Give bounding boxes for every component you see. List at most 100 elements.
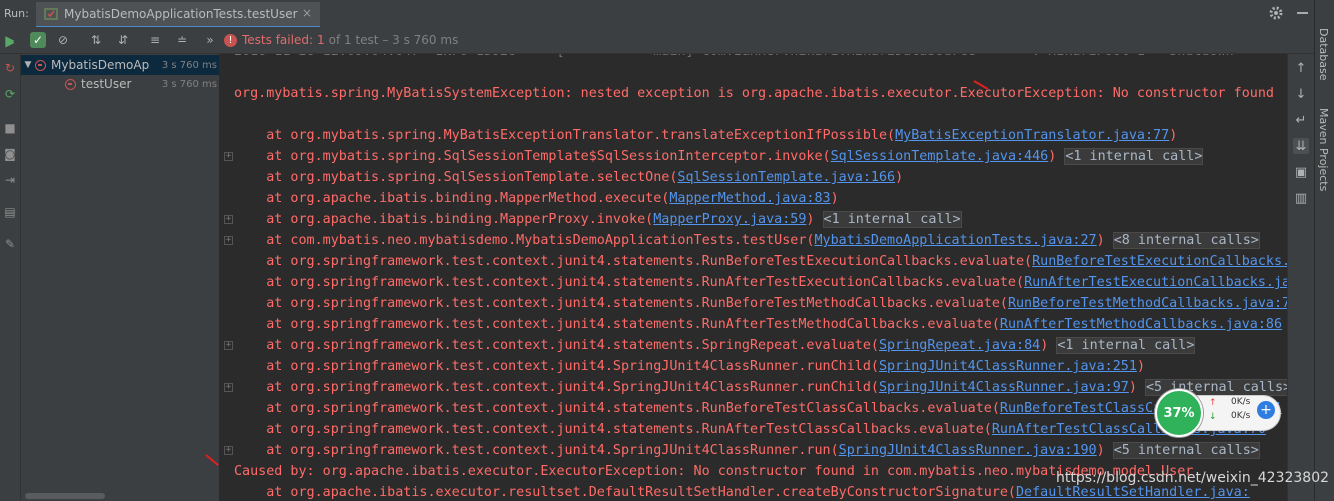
collapse-all-icon[interactable]: ≐ xyxy=(174,32,190,48)
expand-icon[interactable]: + xyxy=(224,215,233,224)
source-link[interactable]: MyBatisExceptionTranslator.java:77 xyxy=(895,128,1169,143)
source-link[interactable]: MapperProxy.java:59 xyxy=(653,212,806,227)
console-line: at org.springframework.test.context.juni… xyxy=(234,294,1287,314)
sort-duration-icon[interactable]: ⇵ xyxy=(115,32,131,48)
console-line: at org.springframework.test.context.juni… xyxy=(234,401,1283,416)
tree-child-time: 3 s 760 ms xyxy=(161,78,217,90)
console-line: Caused by: org.apache.ibatis.executor.Ex… xyxy=(234,464,1194,479)
source-link[interactable]: MapperMethod.java:83 xyxy=(669,191,830,206)
console-line: at org.springframework.test.context.juni… xyxy=(234,442,1260,459)
source-link[interactable]: RunAfterTestMethodCallbacks.java:86 xyxy=(1000,317,1282,332)
console-output[interactable]: 2018-11-28 12:09:04.047 INFO 15928 --- [… xyxy=(220,54,1287,501)
source-link[interactable]: SqlSessionTemplate.java:166 xyxy=(677,170,895,185)
console-line: at org.mybatis.spring.SqlSessionTemplate… xyxy=(234,170,904,185)
status-summary: of 1 test – 3 s 760 ms xyxy=(328,33,459,47)
tree-root-time: 3 s 760 ms xyxy=(161,59,217,71)
run-tool-header: Run: MybatisDemoApplicationTests.testUse… xyxy=(0,0,1334,28)
tree-child-name: testUser xyxy=(81,77,132,91)
arrow-down-icon[interactable]: ↓ xyxy=(1293,86,1309,102)
close-icon[interactable]: × xyxy=(302,6,312,20)
status-failed-label: Tests failed: xyxy=(242,33,313,47)
test-failed-icon xyxy=(35,59,46,71)
run-tab[interactable]: MybatisDemoApplicationTests.testUser × xyxy=(36,2,320,28)
expand-icon[interactable]: + xyxy=(224,446,233,455)
console-line: at org.springframework.test.context.juni… xyxy=(234,273,1287,293)
console-line: at org.springframework.test.context.juni… xyxy=(234,252,1287,272)
console-toolbar: ↑ ↓ ↵ ⇊ ▣ ▥ xyxy=(1287,54,1315,501)
junit-icon xyxy=(44,7,58,21)
stop-icon[interactable]: ■ xyxy=(2,120,18,136)
console-line: at org.springframework.test.context.juni… xyxy=(234,317,1283,332)
horizontal-scrollbar[interactable] xyxy=(25,493,105,499)
upload-speed: 0K/s xyxy=(1231,397,1251,407)
run-actions-strip: ▶ ↻ ⟳ ■ ◙ ⇥ ▤ ✎ xyxy=(0,35,21,501)
internal-calls-fold[interactable]: <8 internal calls> xyxy=(1112,232,1260,249)
console-line: at org.springframework.test.context.juni… xyxy=(234,378,1287,398)
console-line: at org.mybatis.spring.MyBatisExceptionTr… xyxy=(234,128,1178,143)
scroll-to-end-icon[interactable]: ⇊ xyxy=(1293,138,1309,154)
show-ignored-icon[interactable]: ⊘ xyxy=(55,32,71,48)
download-arrow-icon: ↓ xyxy=(1209,412,1217,422)
expand-icon[interactable]: + xyxy=(224,236,233,245)
source-link[interactable]: SpringJUnit4ClassRunner.java:251 xyxy=(879,359,1137,374)
source-link[interactable]: RunBeforeTestMethodCallbacks.java:75 xyxy=(1008,296,1287,311)
chevron-down-icon[interactable]: ▼ xyxy=(21,60,35,70)
soft-wrap-icon[interactable]: ↵ xyxy=(1293,112,1309,128)
test-failed-icon xyxy=(65,78,76,90)
console-line: at org.apache.ibatis.binding.MapperMetho… xyxy=(234,191,839,206)
expand-icon[interactable]: + xyxy=(224,341,233,350)
tree-root-node[interactable]: ▼ MybatisDemoAp 3 s 760 ms xyxy=(21,55,219,75)
camera-icon[interactable]: ◙ xyxy=(2,146,18,162)
database-tool-button[interactable]: Database xyxy=(1317,28,1330,81)
print-icon[interactable]: ▣ xyxy=(1293,164,1309,180)
download-speed: 0K/s xyxy=(1231,411,1251,421)
layout-icon[interactable]: ▤ xyxy=(2,204,18,220)
hide-icon[interactable] xyxy=(1297,12,1308,14)
internal-calls-fold[interactable]: <1 internal call> xyxy=(1064,148,1204,165)
more-icon[interactable]: » xyxy=(202,32,218,48)
console-line: at org.springframework.test.context.juni… xyxy=(234,359,1145,374)
source-link[interactable]: SpringJUnit4ClassRunner.java:97 xyxy=(879,380,1129,395)
plus-icon[interactable]: + xyxy=(1257,401,1275,419)
arrow-up-icon[interactable]: ↑ xyxy=(1293,60,1309,76)
console-line: 2018-11-28 12:09:04.047 INFO 15928 --- [… xyxy=(234,54,1234,62)
network-speed-widget[interactable]: 37% ↑ ↓ 0K/s 0K/s + xyxy=(1155,389,1283,437)
right-tool-strip: Database Maven Projects xyxy=(1314,0,1334,501)
source-link[interactable]: SpringJUnit4ClassRunner.java:190 xyxy=(839,443,1097,458)
tree-root-name: MybatisDemoAp xyxy=(51,58,150,72)
internal-calls-fold[interactable]: <1 internal call> xyxy=(822,211,962,228)
source-link[interactable]: MybatisDemoApplicationTests.java:27 xyxy=(814,233,1096,248)
source-link[interactable]: RunAfterTestExecutionCallbacks.java:84 xyxy=(1024,275,1287,290)
test-toolbar xyxy=(0,27,1314,54)
run-icon[interactable]: ▶ xyxy=(2,32,18,48)
console-line: at org.mybatis.spring.SqlSessionTemplate… xyxy=(234,148,1204,165)
trash-icon[interactable]: ▥ xyxy=(1293,190,1309,206)
console-line: org.mybatis.spring.MyBatisSystemExceptio… xyxy=(234,86,1274,101)
exit-icon[interactable]: ⇥ xyxy=(2,172,18,188)
console-line: at org.springframework.test.context.juni… xyxy=(234,422,1266,437)
widget-percent: 37% xyxy=(1155,389,1203,437)
error-icon: ! xyxy=(224,33,237,47)
status-failed-count: 1 xyxy=(317,33,325,47)
internal-calls-fold[interactable]: <5 internal calls> xyxy=(1112,442,1260,459)
source-link[interactable]: SpringRepeat.java:84 xyxy=(879,338,1040,353)
maven-projects-tool-button[interactable]: Maven Projects xyxy=(1317,108,1330,191)
tree-child-node[interactable]: testUser 3 s 760 ms xyxy=(21,74,219,94)
run-label: Run: xyxy=(4,7,29,20)
rerun-failed-icon[interactable]: ↻ xyxy=(2,60,18,76)
expand-icon[interactable]: + xyxy=(224,383,233,392)
toggle-auto-test-icon[interactable]: ⟳ xyxy=(2,86,18,102)
source-link[interactable]: SqlSessionTemplate.java:446 xyxy=(831,149,1049,164)
console-line: at com.mybatis.neo.mybatisdemo.MybatisDe… xyxy=(234,232,1260,249)
sort-alpha-icon[interactable]: ⇅ xyxy=(88,32,104,48)
show-passed-icon[interactable]: ✓ xyxy=(30,32,46,48)
source-link[interactable]: DefaultResultSetHandler.java: xyxy=(1016,485,1250,500)
expand-all-icon[interactable]: ≡ xyxy=(147,32,163,48)
expand-icon[interactable]: + xyxy=(224,152,233,161)
test-status: ! Tests failed: 1 of 1 test – 3 s 760 ms xyxy=(224,33,458,47)
pin-icon[interactable]: ✎ xyxy=(2,236,18,252)
gear-icon[interactable] xyxy=(1268,5,1284,21)
internal-calls-fold[interactable]: <1 internal call> xyxy=(1056,337,1196,354)
console-line: at org.springframework.test.context.juni… xyxy=(234,337,1196,354)
source-link[interactable]: RunBeforeTestExecutionCallbacks.java:74 xyxy=(1032,254,1287,269)
